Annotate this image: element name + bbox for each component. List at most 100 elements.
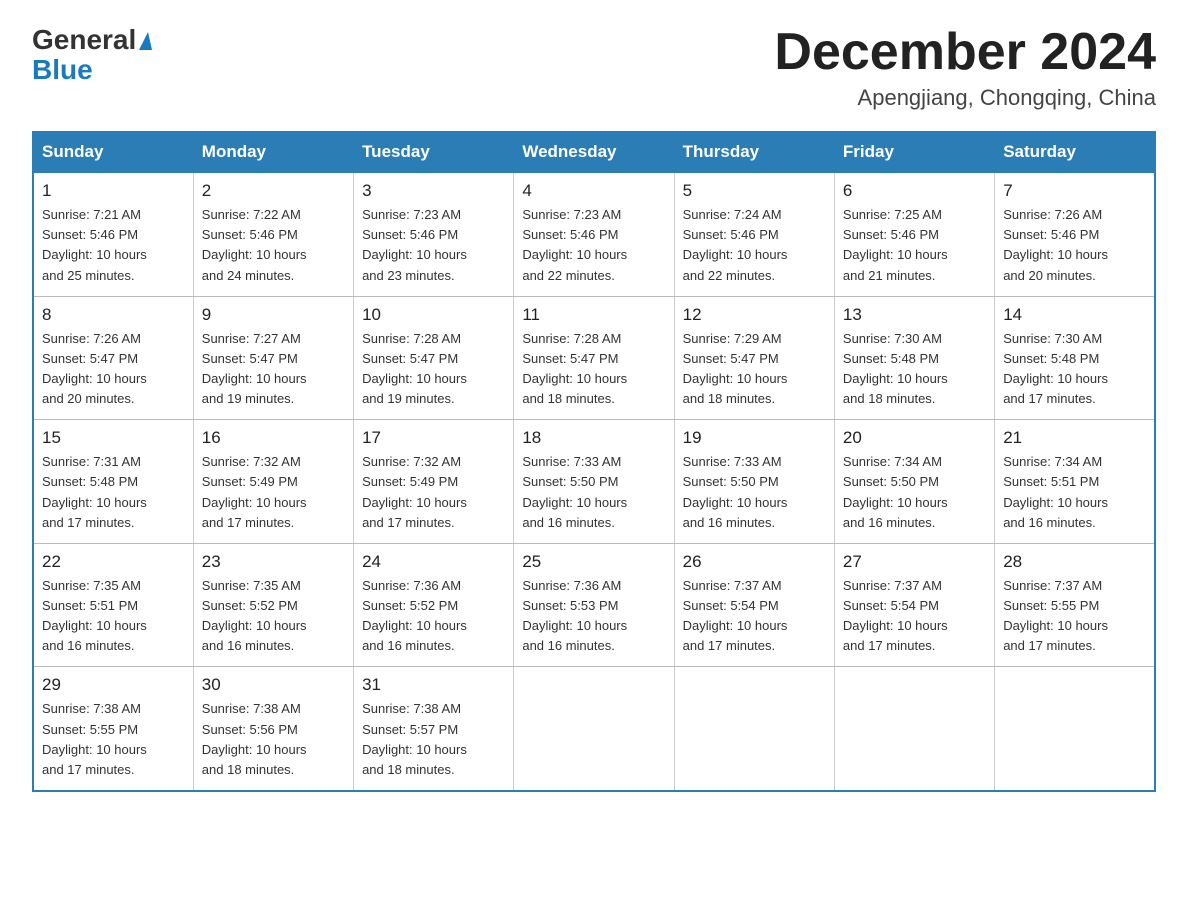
- day-info: Sunrise: 7:32 AMSunset: 5:49 PMDaylight:…: [202, 452, 345, 533]
- table-row: 7 Sunrise: 7:26 AMSunset: 5:46 PMDaylight…: [995, 173, 1155, 297]
- day-info: Sunrise: 7:29 AMSunset: 5:47 PMDaylight:…: [683, 329, 826, 410]
- day-number: 18: [522, 428, 665, 448]
- day-info: Sunrise: 7:36 AMSunset: 5:53 PMDaylight:…: [522, 576, 665, 657]
- table-row: [834, 667, 994, 791]
- table-row: 25 Sunrise: 7:36 AMSunset: 5:53 PMDayligh…: [514, 543, 674, 667]
- calendar-week-row: 15 Sunrise: 7:31 AMSunset: 5:48 PMDayligh…: [33, 420, 1155, 544]
- table-row: 4Sunrise: 7:23 AMSunset: 5:46 PMDaylight…: [514, 173, 674, 297]
- day-info: Sunrise: 7:22 AMSunset: 5:46 PMDaylight:…: [202, 205, 345, 286]
- day-info: Sunrise: 7:35 AMSunset: 5:52 PMDaylight:…: [202, 576, 345, 657]
- page-header: General Blue December 2024 Apengjiang, C…: [32, 24, 1156, 111]
- day-info: Sunrise: 7:32 AMSunset: 5:49 PMDaylight:…: [362, 452, 505, 533]
- calendar-week-row: 29Sunrise: 7:38 AMSunset: 5:55 PMDayligh…: [33, 667, 1155, 791]
- day-info: Sunrise: 7:33 AMSunset: 5:50 PMDaylight:…: [683, 452, 826, 533]
- col-wednesday: Wednesday: [514, 132, 674, 173]
- table-row: 11 Sunrise: 7:28 AMSunset: 5:47 PMDayligh…: [514, 296, 674, 420]
- day-number: 4: [522, 181, 665, 201]
- day-number: 26: [683, 552, 826, 572]
- table-row: 20Sunrise: 7:34 AMSunset: 5:50 PMDayligh…: [834, 420, 994, 544]
- day-number: 2: [202, 181, 345, 201]
- day-info: Sunrise: 7:38 AMSunset: 5:55 PMDaylight:…: [42, 699, 185, 780]
- day-number: 30: [202, 675, 345, 695]
- day-number: 21: [1003, 428, 1146, 448]
- col-sunday: Sunday: [33, 132, 193, 173]
- day-info: Sunrise: 7:26 AMSunset: 5:46 PMDaylight:…: [1003, 205, 1146, 286]
- day-number: 27: [843, 552, 986, 572]
- day-number: 11: [522, 305, 665, 325]
- day-number: 5: [683, 181, 826, 201]
- day-number: 10: [362, 305, 505, 325]
- table-row: 16 Sunrise: 7:32 AMSunset: 5:49 PMDayligh…: [193, 420, 353, 544]
- table-row: 29Sunrise: 7:38 AMSunset: 5:55 PMDayligh…: [33, 667, 193, 791]
- calendar-week-row: 8 Sunrise: 7:26 AMSunset: 5:47 PMDaylight…: [33, 296, 1155, 420]
- day-number: 19: [683, 428, 826, 448]
- day-number: 15: [42, 428, 185, 448]
- day-number: 14: [1003, 305, 1146, 325]
- col-friday: Friday: [834, 132, 994, 173]
- calendar-table: Sunday Monday Tuesday Wednesday Thursday…: [32, 131, 1156, 792]
- day-info: Sunrise: 7:27 AMSunset: 5:47 PMDaylight:…: [202, 329, 345, 410]
- day-info: Sunrise: 7:37 AMSunset: 5:54 PMDaylight:…: [843, 576, 986, 657]
- day-info: Sunrise: 7:25 AMSunset: 5:46 PMDaylight:…: [843, 205, 986, 286]
- table-row: 10 Sunrise: 7:28 AMSunset: 5:47 PMDayligh…: [354, 296, 514, 420]
- table-row: 22 Sunrise: 7:35 AMSunset: 5:51 PMDayligh…: [33, 543, 193, 667]
- table-row: 3 Sunrise: 7:23 AMSunset: 5:46 PMDaylight…: [354, 173, 514, 297]
- col-thursday: Thursday: [674, 132, 834, 173]
- logo: General Blue: [32, 24, 152, 86]
- day-number: 1: [42, 181, 185, 201]
- table-row: 31 Sunrise: 7:38 AMSunset: 5:57 PMDayligh…: [354, 667, 514, 791]
- day-number: 8: [42, 305, 185, 325]
- day-number: 13: [843, 305, 986, 325]
- day-number: 25: [522, 552, 665, 572]
- table-row: 21 Sunrise: 7:34 AMSunset: 5:51 PMDayligh…: [995, 420, 1155, 544]
- day-info: Sunrise: 7:35 AMSunset: 5:51 PMDaylight:…: [42, 576, 185, 657]
- table-row: 30 Sunrise: 7:38 AMSunset: 5:56 PMDayligh…: [193, 667, 353, 791]
- day-number: 16: [202, 428, 345, 448]
- table-row: 23 Sunrise: 7:35 AMSunset: 5:52 PMDayligh…: [193, 543, 353, 667]
- col-tuesday: Tuesday: [354, 132, 514, 173]
- table-row: 28Sunrise: 7:37 AMSunset: 5:55 PMDayligh…: [995, 543, 1155, 667]
- col-monday: Monday: [193, 132, 353, 173]
- day-info: Sunrise: 7:37 AMSunset: 5:54 PMDaylight:…: [683, 576, 826, 657]
- table-row: [514, 667, 674, 791]
- day-info: Sunrise: 7:24 AMSunset: 5:46 PMDaylight:…: [683, 205, 826, 286]
- day-info: Sunrise: 7:38 AMSunset: 5:56 PMDaylight:…: [202, 699, 345, 780]
- col-saturday: Saturday: [995, 132, 1155, 173]
- day-number: 9: [202, 305, 345, 325]
- table-row: 1Sunrise: 7:21 AMSunset: 5:46 PMDaylight…: [33, 173, 193, 297]
- day-info: Sunrise: 7:28 AMSunset: 5:47 PMDaylight:…: [362, 329, 505, 410]
- day-info: Sunrise: 7:36 AMSunset: 5:52 PMDaylight:…: [362, 576, 505, 657]
- day-info: Sunrise: 7:23 AMSunset: 5:46 PMDaylight:…: [362, 205, 505, 286]
- table-row: [674, 667, 834, 791]
- table-row: 12 Sunrise: 7:29 AMSunset: 5:47 PMDayligh…: [674, 296, 834, 420]
- day-number: 7: [1003, 181, 1146, 201]
- table-row: 17Sunrise: 7:32 AMSunset: 5:49 PMDayligh…: [354, 420, 514, 544]
- day-number: 22: [42, 552, 185, 572]
- table-row: 13 Sunrise: 7:30 AMSunset: 5:48 PMDayligh…: [834, 296, 994, 420]
- table-row: 2 Sunrise: 7:22 AMSunset: 5:46 PMDaylight…: [193, 173, 353, 297]
- day-info: Sunrise: 7:30 AMSunset: 5:48 PMDaylight:…: [1003, 329, 1146, 410]
- day-info: Sunrise: 7:38 AMSunset: 5:57 PMDaylight:…: [362, 699, 505, 780]
- table-row: 5 Sunrise: 7:24 AMSunset: 5:46 PMDaylight…: [674, 173, 834, 297]
- table-row: 14 Sunrise: 7:30 AMSunset: 5:48 PMDayligh…: [995, 296, 1155, 420]
- day-info: Sunrise: 7:28 AMSunset: 5:47 PMDaylight:…: [522, 329, 665, 410]
- table-row: 9 Sunrise: 7:27 AMSunset: 5:47 PMDaylight…: [193, 296, 353, 420]
- logo-blue-text: Blue: [32, 54, 93, 86]
- table-row: 18Sunrise: 7:33 AMSunset: 5:50 PMDayligh…: [514, 420, 674, 544]
- title-block: December 2024 Apengjiang, Chongqing, Chi…: [774, 24, 1156, 111]
- day-info: Sunrise: 7:30 AMSunset: 5:48 PMDaylight:…: [843, 329, 986, 410]
- subtitle: Apengjiang, Chongqing, China: [774, 85, 1156, 111]
- day-info: Sunrise: 7:26 AMSunset: 5:47 PMDaylight:…: [42, 329, 185, 410]
- table-row: 19 Sunrise: 7:33 AMSunset: 5:50 PMDayligh…: [674, 420, 834, 544]
- day-info: Sunrise: 7:34 AMSunset: 5:51 PMDaylight:…: [1003, 452, 1146, 533]
- day-number: 31: [362, 675, 505, 695]
- calendar-week-row: 22 Sunrise: 7:35 AMSunset: 5:51 PMDayligh…: [33, 543, 1155, 667]
- day-info: Sunrise: 7:31 AMSunset: 5:48 PMDaylight:…: [42, 452, 185, 533]
- day-number: 12: [683, 305, 826, 325]
- table-row: 24 Sunrise: 7:36 AMSunset: 5:52 PMDayligh…: [354, 543, 514, 667]
- calendar-week-row: 1Sunrise: 7:21 AMSunset: 5:46 PMDaylight…: [33, 173, 1155, 297]
- day-number: 24: [362, 552, 505, 572]
- day-number: 3: [362, 181, 505, 201]
- table-row: [995, 667, 1155, 791]
- day-number: 23: [202, 552, 345, 572]
